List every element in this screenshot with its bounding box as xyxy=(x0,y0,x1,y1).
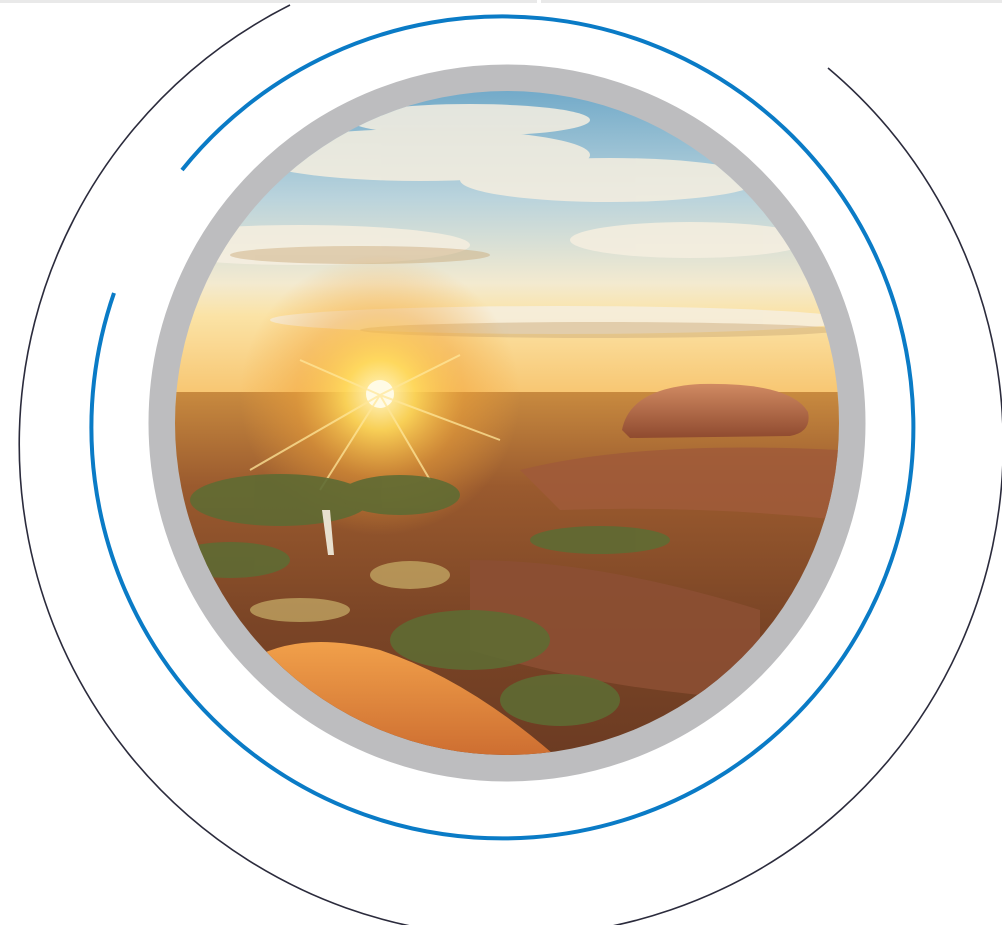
decorative-rings-graphic xyxy=(18,4,1002,925)
stage xyxy=(0,0,1002,925)
